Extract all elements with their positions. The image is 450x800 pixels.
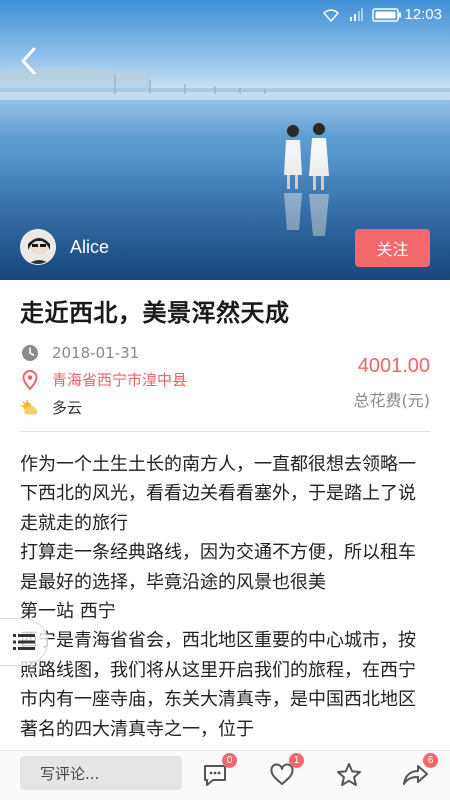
clock-icon (22, 345, 38, 361)
comment-button[interactable]: 0 (199, 753, 237, 791)
body-paragraph: 西宁是青海省省会，西北地区重要的中心城市，按照路线图，我们将从这里开启我们的旅程… (20, 630, 416, 740)
article-title: 走近西北，美景浑然天成 (20, 299, 290, 327)
location-pin-icon (22, 369, 38, 390)
article-date: 2018-01-31 (52, 344, 140, 362)
hero-image: 12:03 Alice 关注 (0, 0, 450, 280)
like-count-badge: 1 (289, 753, 304, 768)
status-bar: 12:03 (0, 0, 450, 32)
divider (20, 431, 430, 432)
avatar[interactable] (20, 229, 56, 265)
table-of-contents-icon (12, 634, 35, 650)
bottom-action-bar: 写评论... 0 1 6 (0, 750, 450, 800)
heart-icon (270, 763, 294, 785)
share-button[interactable]: 6 (400, 753, 438, 791)
wifi-icon (322, 9, 340, 23)
battery-icon (372, 8, 401, 22)
body-paragraph: 打算走一条经典路线，因为交通不方便，所以租车是最好的选择，毕竟沿途的风景也很美 (20, 542, 416, 593)
partly-cloudy-icon (20, 399, 38, 414)
avatar-image (21, 230, 55, 264)
favorite-button[interactable] (333, 759, 365, 791)
signal-icon (350, 8, 363, 21)
star-icon (337, 763, 361, 786)
like-button[interactable]: 1 (266, 753, 304, 791)
total-cost-value: 4001.00 (357, 355, 430, 377)
share-count-badge: 6 (423, 753, 438, 768)
article-body: 作为一个土生土长的南方人，一直都很想去领略一下西北的风光，看看边关看看塞外，于是… (20, 450, 430, 750)
status-time: 12:03 (404, 6, 442, 23)
table-of-contents-button[interactable] (0, 618, 48, 666)
author-info[interactable]: Alice (20, 229, 109, 265)
article-weather: 多云 (52, 399, 83, 417)
weather-row: 多云 (20, 397, 82, 418)
comment-input[interactable]: 写评论... (20, 756, 182, 790)
comment-count-badge: 0 (222, 753, 237, 768)
author-name[interactable]: Alice (70, 237, 109, 258)
back-arrow-icon (21, 47, 36, 75)
date-row: 2018-01-31 (20, 343, 139, 363)
location-row[interactable]: 青海省西宁市湟中县 (20, 369, 187, 390)
body-paragraph: 第一站 西宁 (20, 601, 116, 623)
follow-button[interactable]: 关注 (355, 229, 430, 267)
back-button[interactable] (10, 42, 48, 80)
total-cost-label: 总花费(元) (353, 391, 431, 410)
body-paragraph: 作为一个土生土长的南方人，一直都很想去领略一下西北的风光，看看边关看看塞外，于是… (20, 454, 416, 534)
comment-bubble-icon (204, 765, 226, 786)
article-location[interactable]: 青海省西宁市湟中县 (52, 369, 187, 390)
